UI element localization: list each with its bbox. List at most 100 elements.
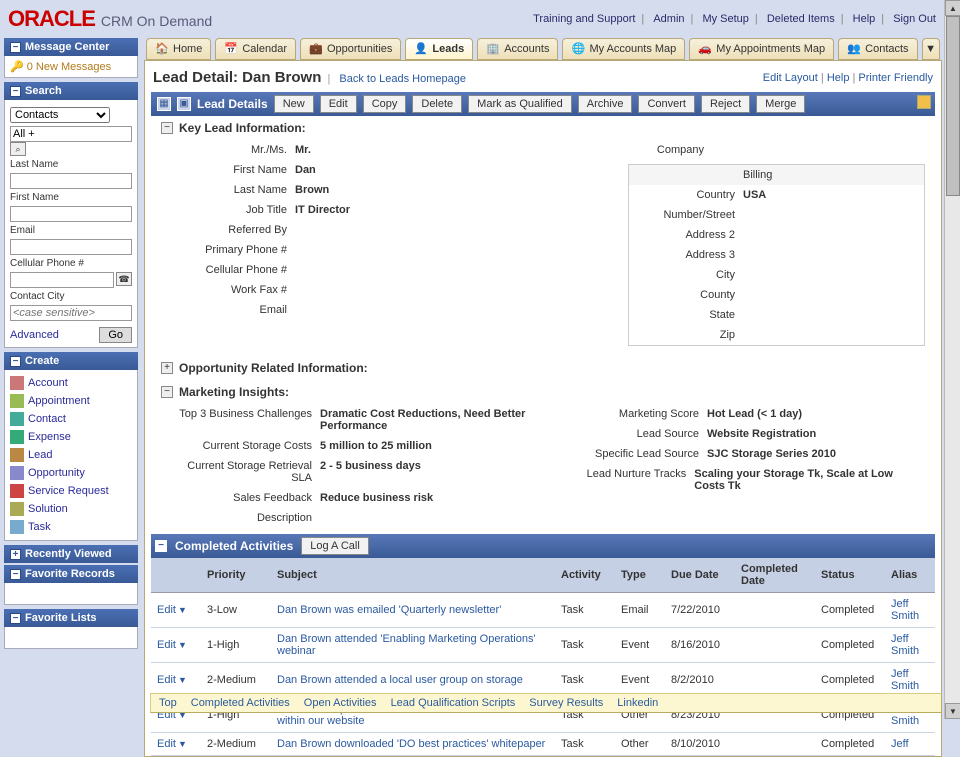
edit-link[interactable]: Edit [157, 738, 176, 750]
subject-link[interactable]: Dan Brown was emailed 'Quarterly newslet… [277, 604, 501, 616]
create-link[interactable]: Expense [28, 431, 71, 443]
collapse-icon[interactable]: − [10, 613, 21, 624]
create-link[interactable]: Appointment [28, 395, 90, 407]
link-admin[interactable]: Admin [649, 13, 688, 25]
reject-button[interactable]: Reject [701, 95, 750, 113]
new-messages-line[interactable]: 🔑 0 New Messages [10, 60, 132, 73]
lookup-icon[interactable]: ⌕ [10, 142, 26, 156]
col-alias[interactable]: Alias [885, 558, 935, 593]
panel-favorite-records[interactable]: −Favorite Records [4, 565, 138, 583]
dropdown-icon[interactable]: ▼ [178, 640, 187, 650]
dropdown-icon[interactable]: ▼ [178, 605, 187, 615]
subject-link[interactable]: Dan Brown attended a local user group on… [277, 674, 523, 686]
create-link[interactable]: Lead [28, 449, 52, 461]
link-mysetup[interactable]: My Setup [698, 13, 752, 25]
create-link[interactable]: Service Request [28, 485, 109, 497]
log-a-call-button[interactable]: Log A Call [301, 537, 369, 555]
search-email-input[interactable] [10, 239, 132, 255]
phone-icon[interactable]: ☎ [116, 272, 132, 286]
tab-overflow[interactable]: ▼ [922, 38, 940, 60]
col-type[interactable]: Type [615, 558, 665, 593]
col-subject[interactable]: Subject [271, 558, 555, 593]
subject-link[interactable]: Dan Brown attended 'Enabling Marketing O… [277, 633, 536, 657]
alias-link[interactable]: Jeff Smith [891, 633, 919, 657]
edit-link[interactable]: Edit [157, 674, 176, 686]
search-lastname-input[interactable] [10, 173, 132, 189]
convert-button[interactable]: Convert [638, 95, 695, 113]
subject-link[interactable]: Dan Brown downloaded 'DO best practices'… [277, 738, 545, 750]
create-item-appointment[interactable]: Appointment [10, 392, 132, 410]
botlink-open-activities[interactable]: Open Activities [304, 697, 377, 709]
dropdown-icon[interactable]: ▼ [178, 675, 187, 685]
expand-icon[interactable]: + [10, 549, 21, 560]
scroll-down-icon[interactable]: ▼ [945, 703, 960, 719]
alias-link[interactable]: Jeff [891, 738, 909, 750]
botlink-completed-activities[interactable]: Completed Activities [191, 697, 290, 709]
create-link[interactable]: Task [28, 521, 51, 533]
create-link[interactable]: Account [28, 377, 68, 389]
create-item-opportunity[interactable]: Opportunity [10, 464, 132, 482]
tab-accounts[interactable]: 🏢Accounts [477, 38, 558, 60]
col-completed[interactable]: Completed Date [735, 558, 815, 593]
create-item-contact[interactable]: Contact [10, 410, 132, 428]
botlink-linkedin[interactable]: Linkedin [617, 697, 658, 709]
expand-icon[interactable]: + [161, 362, 173, 374]
scroll-up-icon[interactable]: ▲ [945, 0, 960, 16]
botlink-survey[interactable]: Survey Results [529, 697, 603, 709]
col-due[interactable]: Due Date [665, 558, 735, 593]
back-link[interactable]: Back to Leads Homepage [339, 73, 466, 85]
panel-favorite-lists[interactable]: −Favorite Lists [4, 609, 138, 627]
create-link[interactable]: Solution [28, 503, 68, 515]
tab-my-appointments-map[interactable]: 🚗My Appointments Map [689, 38, 834, 60]
tab-opportunities[interactable]: 💼Opportunities [300, 38, 401, 60]
collapse-icon[interactable]: − [10, 86, 21, 97]
edit-link[interactable]: Edit [157, 604, 176, 616]
copy-button[interactable]: Copy [363, 95, 407, 113]
go-button[interactable]: Go [99, 327, 132, 343]
link-deleted[interactable]: Deleted Items [763, 13, 839, 25]
collapse-icon[interactable]: − [161, 122, 173, 134]
vertical-scrollbar[interactable]: ▲ ▼ [944, 0, 960, 719]
tab-calendar[interactable]: 📅Calendar [215, 38, 296, 60]
botlink-top[interactable]: Top [159, 697, 177, 709]
botlink-lead-qual[interactable]: Lead Qualification Scripts [391, 697, 516, 709]
create-item-solution[interactable]: Solution [10, 500, 132, 518]
scroll-thumb[interactable] [946, 16, 960, 196]
col-status[interactable]: Status [815, 558, 885, 593]
tab-leads[interactable]: 👤Leads [405, 38, 473, 60]
help-link[interactable]: Help [827, 72, 850, 84]
search-cell-input[interactable] [10, 272, 114, 288]
printer-friendly-link[interactable]: Printer Friendly [858, 72, 933, 84]
tab-contacts[interactable]: 👥Contacts [838, 38, 917, 60]
search-city-input[interactable] [10, 305, 132, 321]
link-signout[interactable]: Sign Out [889, 13, 940, 25]
collapse-all-icon[interactable]: ▣ [177, 97, 191, 111]
link-help-top[interactable]: Help [849, 13, 880, 25]
expand-all-icon[interactable]: ▦ [157, 97, 171, 111]
create-item-task[interactable]: Task [10, 518, 132, 536]
collapse-icon[interactable]: − [10, 42, 21, 53]
link-training[interactable]: Training and Support [529, 13, 639, 25]
create-item-lead[interactable]: Lead [10, 446, 132, 464]
create-item-service-request[interactable]: Service Request [10, 482, 132, 500]
merge-button[interactable]: Merge [756, 95, 805, 113]
delete-button[interactable]: Delete [412, 95, 462, 113]
edit-link[interactable]: Edit [157, 639, 176, 651]
alias-link[interactable]: Jeff Smith [891, 598, 919, 622]
panel-create[interactable]: −Create [4, 352, 138, 370]
panel-message-center[interactable]: −Message Center [4, 38, 138, 56]
edit-button[interactable]: Edit [320, 95, 357, 113]
collapse-icon[interactable]: − [10, 356, 21, 367]
collapse-icon[interactable]: − [10, 569, 21, 580]
tab-home[interactable]: 🏠Home [146, 38, 211, 60]
panel-recently-viewed[interactable]: +Recently Viewed [4, 545, 138, 563]
search-all-input[interactable] [10, 126, 132, 142]
search-type-select[interactable]: Contacts [10, 107, 110, 123]
new-button[interactable]: New [274, 95, 314, 113]
collapse-icon[interactable]: − [155, 540, 167, 552]
create-link[interactable]: Contact [28, 413, 66, 425]
create-item-account[interactable]: Account [10, 374, 132, 392]
mark-qualified-button[interactable]: Mark as Qualified [468, 95, 572, 113]
col-activity[interactable]: Activity [555, 558, 615, 593]
panel-search[interactable]: −Search [4, 82, 138, 100]
